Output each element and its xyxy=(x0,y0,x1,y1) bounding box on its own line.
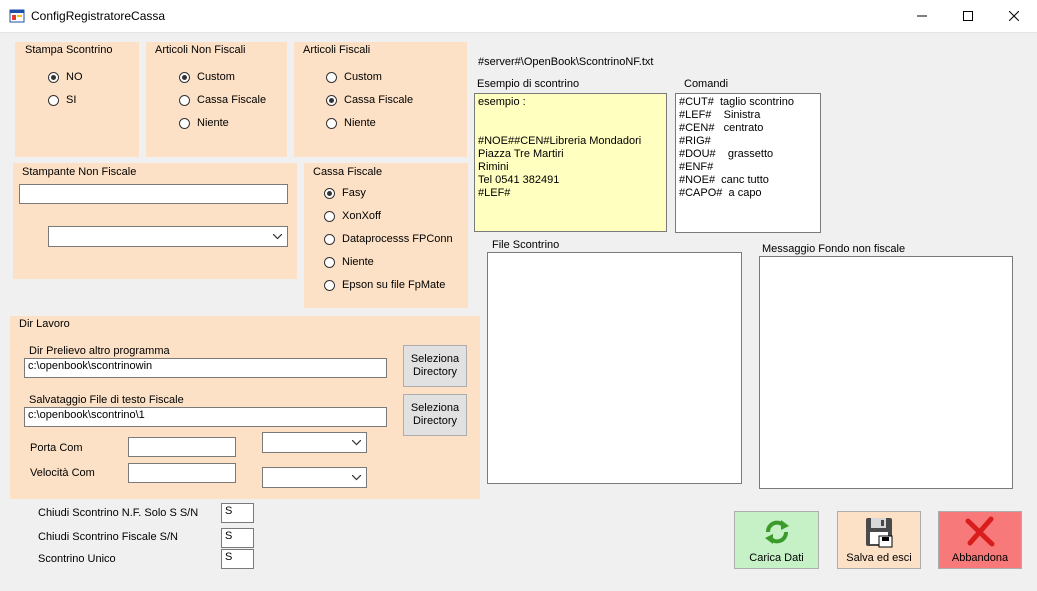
chiudi-fiscale-label: Chiudi Scontrino Fiscale S/N xyxy=(38,531,179,543)
radio-anf-niente[interactable]: Niente xyxy=(179,117,229,129)
radio-dot xyxy=(326,71,337,83)
radio-dot xyxy=(48,71,59,83)
velocita-com-dropdown[interactable] xyxy=(262,467,367,488)
prelievo-label: Dir Prelievo altro programma xyxy=(29,345,170,357)
porta-com-label: Porta Com xyxy=(30,442,83,454)
chevron-down-icon xyxy=(273,233,282,239)
porta-com-field[interactable] xyxy=(128,437,236,457)
red-x-icon xyxy=(965,516,995,547)
group-title: Articoli Non Fiscali xyxy=(155,44,246,56)
radio-cassa-xonxoff[interactable]: XonXoff xyxy=(324,210,381,222)
radio-dot xyxy=(324,210,335,222)
floppy-save-icon xyxy=(866,518,893,548)
scontrino-unico-label: Scontrino Unico xyxy=(38,553,116,565)
salva-ed-esci-label: Salva ed esci xyxy=(846,552,912,564)
abbandona-label: Abbandona xyxy=(951,552,1009,564)
radio-cassa-niente[interactable]: Niente xyxy=(324,256,374,268)
comandi-textarea[interactable]: #CUT# taglio scontrino #LEF# Sinistra #C… xyxy=(675,93,821,233)
stampante-dropdown[interactable] xyxy=(48,226,288,247)
velocita-com-label: Velocità Com xyxy=(30,467,95,479)
messaggio-fondo-textarea[interactable] xyxy=(759,256,1013,489)
title-bar: ConfigRegistratoreCassa xyxy=(0,0,1037,33)
radio-af-cassa-fiscale[interactable]: Cassa Fiscale xyxy=(326,94,413,106)
radio-anf-custom[interactable]: Custom xyxy=(179,71,235,83)
close-button[interactable] xyxy=(991,0,1037,32)
maximize-button[interactable] xyxy=(945,0,991,32)
radio-cassa-dataprocess[interactable]: Dataprocesss FPConn xyxy=(324,233,453,245)
radio-af-custom[interactable]: Custom xyxy=(326,71,382,83)
chiudi-nf-field[interactable]: S xyxy=(221,503,254,523)
radio-dot xyxy=(324,256,335,268)
esempio-scontrino-textarea[interactable]: esempio : #NOE##CEN#Libreria Mondadori P… xyxy=(474,93,667,232)
window-title: ConfigRegistratoreCassa xyxy=(31,9,166,23)
salva-ed-esci-button[interactable]: Salva ed esci xyxy=(837,511,921,569)
minimize-icon xyxy=(917,15,927,17)
chevron-down-icon xyxy=(352,439,361,445)
radio-dot xyxy=(179,71,190,83)
radio-cassa-epson[interactable]: Epson su file FpMate xyxy=(324,279,445,291)
radio-dot xyxy=(48,94,59,106)
group-title: Stampa Scontrino xyxy=(25,44,113,56)
radio-cassa-fasy[interactable]: Fasy xyxy=(324,187,366,199)
stampa-scontrino-group: Stampa Scontrino NO SI xyxy=(15,42,139,157)
chevron-down-icon xyxy=(352,474,361,480)
file-scontrino-title: File Scontrino xyxy=(492,239,560,251)
radio-dot xyxy=(326,117,337,129)
file-path-label: #server#\OpenBook\ScontrinoNF.txt xyxy=(478,56,654,68)
radio-dot xyxy=(179,94,190,106)
salvataggio-label: Salvataggio File di testo Fiscale xyxy=(29,394,184,406)
articoli-fiscali-group: Articoli Fiscali Custom Cassa Fiscale Ni… xyxy=(294,42,467,157)
stampante-non-fiscale-group: Stampante Non Fiscale xyxy=(13,163,297,279)
group-title: Cassa Fiscale xyxy=(313,166,383,178)
seleziona-directory-prelievo-button[interactable]: Seleziona Directory xyxy=(403,345,467,387)
carica-dati-button[interactable]: Carica Dati xyxy=(734,511,819,569)
radio-dot xyxy=(179,117,190,129)
app-window-icon xyxy=(9,9,25,23)
cassa-fiscale-group: Cassa Fiscale Fasy XonXoff Dataprocesss … xyxy=(304,163,468,308)
radio-dot xyxy=(326,94,337,106)
radio-anf-cassa-fiscale[interactable]: Cassa Fiscale xyxy=(179,94,266,106)
refresh-icon xyxy=(764,520,789,544)
group-title: Dir Lavoro xyxy=(19,318,70,330)
carica-dati-label: Carica Dati xyxy=(749,552,804,564)
velocita-com-field[interactable] xyxy=(128,463,236,483)
dir-lavoro-group: Dir Lavoro Dir Prelievo altro programma … xyxy=(10,316,480,499)
group-title: Articoli Fiscali xyxy=(303,44,371,56)
radio-stampa-no[interactable]: NO xyxy=(48,71,83,83)
radio-dot xyxy=(324,187,335,199)
radio-dot xyxy=(324,279,335,291)
scontrino-unico-field[interactable]: S xyxy=(221,549,254,569)
comandi-title: Comandi xyxy=(684,78,729,90)
esempio-title: Esempio di scontrino xyxy=(477,78,580,90)
salvataggio-path-field[interactable]: c:\openbook\scontrino\1 xyxy=(24,407,387,427)
chiudi-nf-label: Chiudi Scontrino N.F. Solo S S/N xyxy=(38,507,199,519)
porta-com-dropdown[interactable] xyxy=(262,432,367,453)
messaggio-fondo-title: Messaggio Fondo non fiscale xyxy=(762,243,906,255)
prelievo-path-field[interactable]: c:\openbook\scontrinowin xyxy=(24,358,387,378)
abbandona-button[interactable]: Abbandona xyxy=(938,511,1022,569)
minimize-button[interactable] xyxy=(899,0,945,32)
close-icon xyxy=(1009,11,1019,21)
articoli-non-fiscali-group: Articoli Non Fiscali Custom Cassa Fiscal… xyxy=(146,42,287,157)
maximize-icon xyxy=(963,11,973,21)
radio-stampa-si[interactable]: SI xyxy=(48,94,76,106)
seleziona-directory-salvataggio-button[interactable]: Seleziona Directory xyxy=(403,394,467,436)
radio-dot xyxy=(324,233,335,245)
file-scontrino-textarea[interactable] xyxy=(487,252,742,484)
group-title: Stampante Non Fiscale xyxy=(22,166,137,178)
radio-af-niente[interactable]: Niente xyxy=(326,117,376,129)
stampante-text-field[interactable] xyxy=(19,184,288,204)
chiudi-fiscale-field[interactable]: S xyxy=(221,528,254,548)
